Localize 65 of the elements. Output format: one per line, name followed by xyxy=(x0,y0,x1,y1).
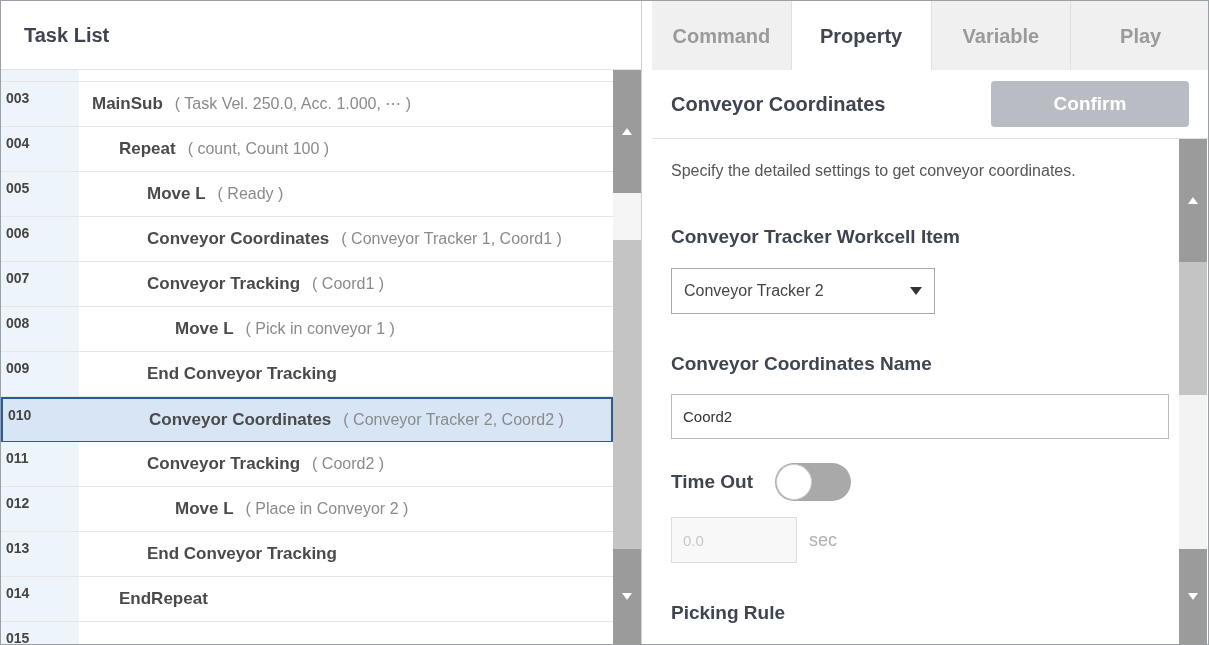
command-name: Move L xyxy=(175,498,234,521)
field-label: Picking Rule xyxy=(671,601,787,625)
tracker-dropdown[interactable]: Conveyor Tracker 2 xyxy=(671,267,935,314)
line-number: 005 xyxy=(6,180,30,196)
task-row[interactable]: 007 Conveyor Tracking ( Coord1 ) xyxy=(1,262,613,307)
line-number: 009 xyxy=(6,360,30,376)
task-row[interactable]: 004 Repeat ( count, Count 100 ) xyxy=(1,127,613,172)
line-number: 011 xyxy=(6,450,29,466)
command-parameters: ( Conveyor Tracker 2, Coord2 ) xyxy=(343,410,564,430)
line-number: 014 xyxy=(6,585,30,601)
command-parameters: ( Place in Conveyor 2 ) xyxy=(245,499,409,519)
command-name: Move L xyxy=(147,183,206,206)
field-label: Conveyor Tracker Workcell Item xyxy=(671,225,961,249)
command-name: Repeat xyxy=(119,138,176,161)
field-label: Time Out xyxy=(671,469,753,494)
task-row[interactable]: 011 Conveyor Tracking ( Coord2 ) xyxy=(1,442,613,487)
scrollbar[interactable] xyxy=(613,70,641,644)
line-number: 015 xyxy=(6,630,30,644)
command-name: Conveyor Tracking xyxy=(147,453,301,476)
command-name: EndRepeat xyxy=(119,588,208,611)
scroll-down-icon[interactable] xyxy=(621,592,633,601)
unit-text: sec xyxy=(809,528,837,552)
command-name: Conveyor Coordinates xyxy=(147,228,330,251)
scroll-up-icon[interactable] xyxy=(621,127,633,136)
line-number: 012 xyxy=(6,495,30,511)
line-number: 004 xyxy=(6,135,30,151)
command-name: Conveyor Tracking xyxy=(147,273,301,296)
command-parameters: ( Coord1 ) xyxy=(312,274,385,294)
command-name: End Conveyor Tracking xyxy=(147,543,337,566)
property-title: Conveyor Coordinates xyxy=(671,92,886,117)
task-row[interactable]: 010 Conveyor Coordinates ( Conveyor Tracker 2, Coord2 ) xyxy=(1,397,613,442)
command-name: End Conveyor Tracking xyxy=(147,363,337,386)
field-label: Conveyor Coordinates Name xyxy=(671,351,933,376)
command-name: Conveyor Coordinates xyxy=(149,409,332,432)
command-parameters: ( Ready ) xyxy=(217,184,284,204)
command-parameters: ( count, Count 100 ) xyxy=(187,139,330,159)
task-row[interactable]: 005 Move L ( Ready ) xyxy=(1,172,613,217)
task-row[interactable]: 003 MainSub ( Task Vel. 250.0, Acc. 1.000, ⋯ ) xyxy=(1,82,613,127)
line-number: 007 xyxy=(6,270,30,286)
task-row[interactable]: 009 End Conveyor Tracking xyxy=(1,352,613,397)
command-parameters: ( Coord2 ) xyxy=(312,454,385,474)
command-name: Move L xyxy=(175,318,234,341)
line-number: 006 xyxy=(6,225,30,241)
task-row[interactable]: 014 EndRepeat xyxy=(1,577,613,622)
task-row[interactable]: 013 End Conveyor Tracking xyxy=(1,532,613,577)
command-parameters: ( Pick in conveyor 1 ) xyxy=(245,319,395,339)
line-number: 010 xyxy=(8,407,32,423)
line-number: 003 xyxy=(6,90,30,106)
task-row[interactable]: 006 Conveyor Coordinates ( Conveyor Tracker 1, Coord1 ) xyxy=(1,217,613,262)
description-text: Specify the detailed settings to get conveyor coordinates. xyxy=(671,161,1077,181)
task-row[interactable]: 008 Move L ( Pick in conveyor 1 ) xyxy=(1,307,613,352)
scroll-down-icon[interactable] xyxy=(1187,592,1199,601)
scroll-up-icon[interactable] xyxy=(1187,196,1199,205)
command-parameters: ( Conveyor Tracker 1, Coord1 ) xyxy=(341,229,562,249)
command-name: MainSub xyxy=(92,93,163,116)
caret-icon xyxy=(910,286,922,295)
scrollbar[interactable] xyxy=(1179,139,1207,644)
line-number: 013 xyxy=(6,540,30,556)
scrollbar-thumb[interactable] xyxy=(1179,262,1207,395)
name-field[interactable]: Coord2 xyxy=(671,394,1169,439)
line-number: 008 xyxy=(6,315,30,331)
timeout-switch[interactable] xyxy=(775,463,851,501)
task-row[interactable]: 012 Move L ( Place in Conveyor 2 ) xyxy=(1,487,613,532)
panel-title: Task List xyxy=(24,23,110,48)
command-parameters: ( Task Vel. 250.0, Acc. 1.000, ⋯ ) xyxy=(174,94,412,114)
